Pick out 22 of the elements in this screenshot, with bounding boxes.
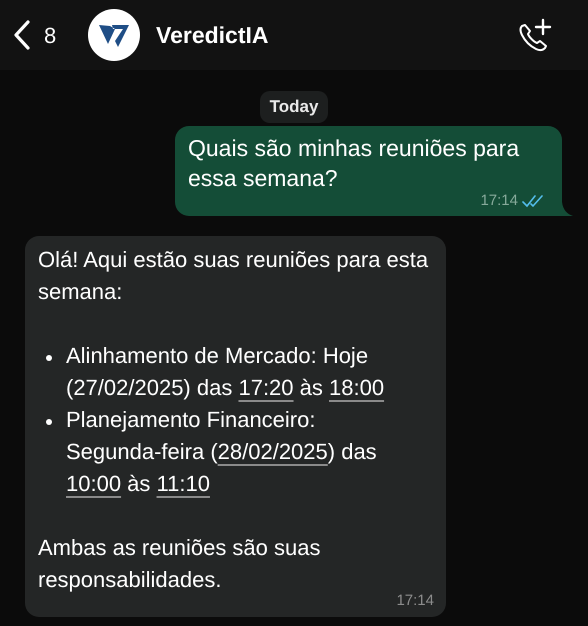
bullet-icon (46, 355, 52, 361)
list-item-text: Planejamento Financeiro: Segunda-feira (28/02/2025) das 10:00 às 11:10 (66, 406, 378, 498)
received-message-bubble[interactable] (25, 236, 446, 616)
sent-message-bubble[interactable]: Quais são minhas reuniões para essa semana? 17:14 (175, 126, 562, 216)
avatar-icon[interactable] (88, 9, 140, 61)
date-label: Today (260, 91, 328, 122)
link[interactable]: 28/02/2025 (218, 439, 328, 464)
chat-title[interactable]: VeredictIA (156, 18, 516, 52)
back-icon[interactable] (12, 19, 32, 51)
unread-count[interactable]: 8 (44, 18, 88, 52)
link[interactable]: 17:20 (238, 375, 294, 400)
message-time: 17:14 (396, 591, 434, 611)
link[interactable]: 11:10 (156, 471, 210, 496)
message-text: Olá! Aqui estão suas reuniões para esta semana: (38, 246, 430, 306)
link[interactable]: 10:00 (66, 471, 122, 496)
message-text: Ambas as reuniões são suas responsabilidades. (38, 534, 322, 594)
bullet-icon (46, 419, 52, 425)
message-time: 17:14 (480, 190, 518, 210)
message-text: Quais são minhas reuniões para essa semana? (188, 134, 520, 192)
list-item-text: Alinhamento de Mercado: Hoje (27/02/2025) das 17:20 às 18:00 (66, 342, 386, 402)
link[interactable]: 18:00 (329, 375, 384, 400)
bubble-tail (562, 202, 573, 216)
